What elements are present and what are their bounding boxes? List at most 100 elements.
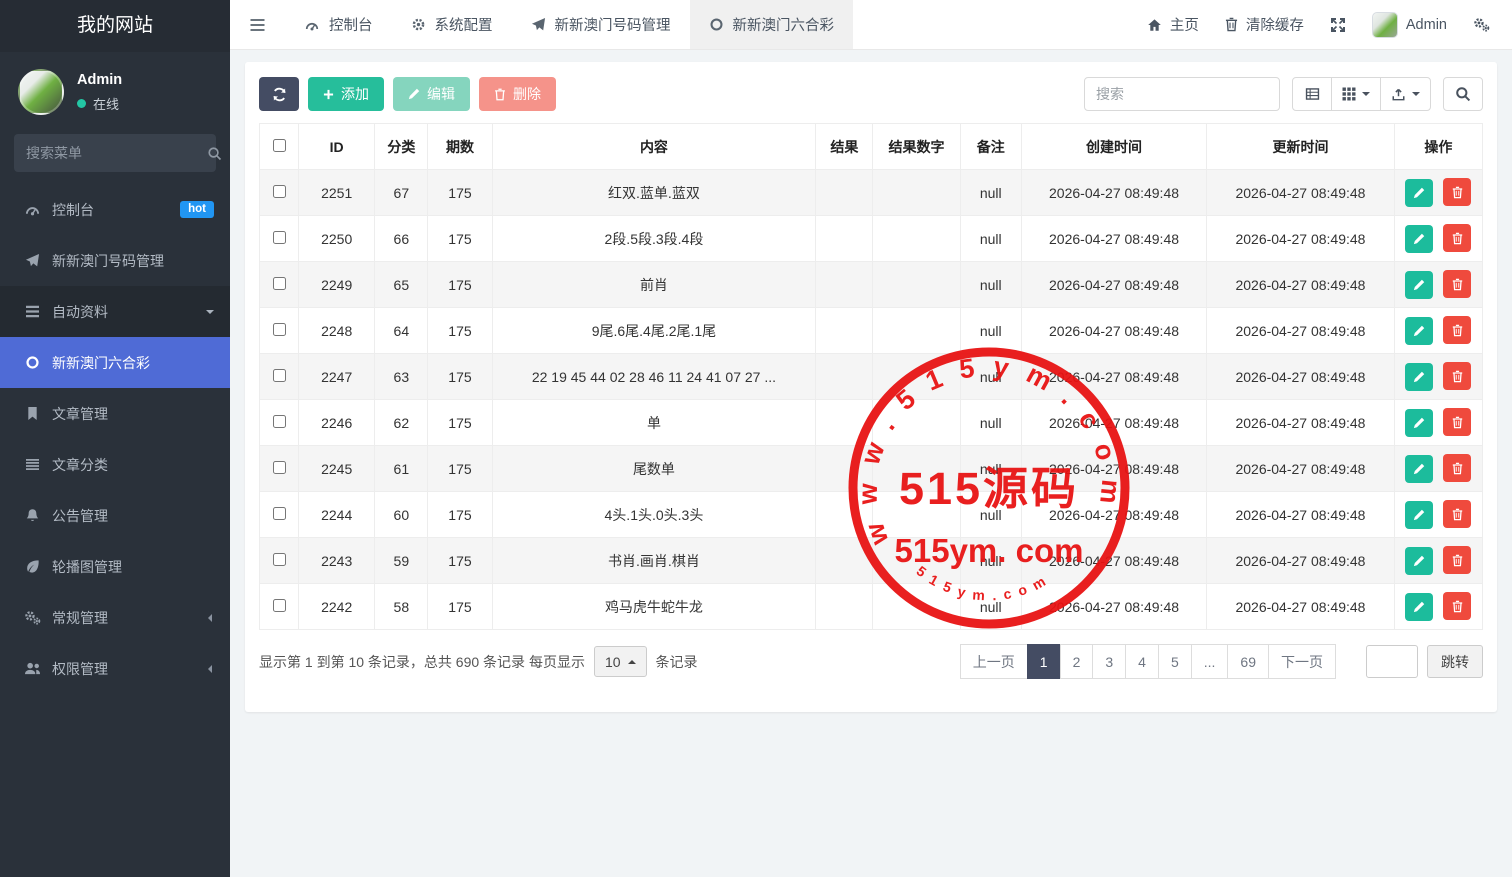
toggle-view-button[interactable]	[1292, 77, 1332, 111]
sidebar-item-dashboard[interactable]: 控制台 hot	[0, 184, 230, 235]
page-button[interactable]: 1	[1027, 644, 1061, 679]
sidebar-item-carousel[interactable]: 轮播图管理	[0, 541, 230, 592]
cell-created: 2026-04-27 08:49:48	[1021, 400, 1206, 446]
cell-content: 9尾.6尾.4尾.2尾.1尾	[492, 308, 816, 354]
cell-content: 书肖.画肖.棋肖	[492, 538, 816, 584]
pencil-icon	[1413, 279, 1425, 291]
row-checkbox[interactable]	[273, 277, 286, 290]
page-button[interactable]: ...	[1191, 644, 1229, 679]
page-button[interactable]: 2	[1060, 644, 1094, 679]
grid-icon	[1342, 87, 1356, 101]
tab-dashboard[interactable]: 控制台	[285, 0, 392, 49]
cell-action	[1394, 584, 1482, 630]
row-delete-button[interactable]	[1443, 500, 1471, 528]
row-delete-button[interactable]	[1443, 224, 1471, 252]
sidebar-item-lottery[interactable]: 新新澳门六合彩	[0, 337, 230, 388]
sidebar-search-input[interactable]	[26, 145, 207, 161]
row-delete-button[interactable]	[1443, 316, 1471, 344]
cell-action	[1394, 446, 1482, 492]
page-size-dropdown[interactable]: 10	[594, 646, 647, 677]
header-content: 内容	[492, 124, 816, 170]
add-button[interactable]: 添加	[308, 77, 384, 111]
menu-toggle-button[interactable]	[230, 0, 285, 49]
row-checkbox[interactable]	[273, 599, 286, 612]
jump-page-input[interactable]	[1366, 645, 1418, 678]
row-delete-button[interactable]	[1443, 454, 1471, 482]
tab-macau-number[interactable]: 新新澳门号码管理	[512, 0, 690, 49]
row-checkbox[interactable]	[273, 415, 286, 428]
cell-result	[816, 584, 873, 630]
row-checkbox[interactable]	[273, 553, 286, 566]
topbar-user-name: Admin	[1406, 17, 1447, 33]
row-delete-button[interactable]	[1443, 546, 1471, 574]
home-link[interactable]: 主页	[1147, 14, 1199, 35]
page-button[interactable]: 上一页	[960, 644, 1028, 679]
row-delete-button[interactable]	[1443, 362, 1471, 390]
delete-button[interactable]: 删除	[479, 77, 556, 111]
tab-system-config[interactable]: 系统配置	[392, 0, 512, 49]
avatar	[1372, 12, 1398, 38]
export-button[interactable]	[1380, 77, 1431, 111]
row-checkbox[interactable]	[273, 231, 286, 244]
page-button[interactable]: 4	[1125, 644, 1159, 679]
row-edit-button[interactable]	[1405, 409, 1433, 437]
sidebar-item-article-categories[interactable]: 文章分类	[0, 439, 230, 490]
user-dropdown[interactable]: Admin	[1372, 12, 1447, 38]
row-delete-button[interactable]	[1443, 270, 1471, 298]
row-delete-button[interactable]	[1443, 178, 1471, 206]
row-edit-button[interactable]	[1405, 547, 1433, 575]
page-button[interactable]: 69	[1227, 644, 1269, 679]
page-button[interactable]: 下一页	[1268, 644, 1336, 679]
table-search-input[interactable]	[1084, 77, 1280, 111]
tab-lottery[interactable]: 新新澳门六合彩	[690, 0, 854, 49]
sidebar-item-general-settings[interactable]: 常规管理	[0, 592, 230, 643]
row-delete-button[interactable]	[1443, 592, 1471, 620]
view-options-group	[1292, 77, 1431, 111]
cell-id: 2244	[299, 492, 375, 538]
jump-button[interactable]: 跳转	[1427, 645, 1483, 678]
row-edit-button[interactable]	[1405, 455, 1433, 483]
edit-button[interactable]: 编辑	[393, 77, 470, 111]
row-edit-button[interactable]	[1405, 501, 1433, 529]
row-edit-button[interactable]	[1405, 225, 1433, 253]
sidebar-item-autodata[interactable]: 自动资料	[0, 286, 230, 337]
sidebar-item-permissions[interactable]: 权限管理	[0, 643, 230, 694]
table-row: 2250 66 175 2段.5段.3段.4段 null 2026-04-27 …	[260, 216, 1483, 262]
row-delete-button[interactable]	[1443, 408, 1471, 436]
cell-checkbox	[260, 216, 299, 262]
sidebar-item-announcements[interactable]: 公告管理	[0, 490, 230, 541]
clear-cache-link[interactable]: 清除缓存	[1225, 14, 1304, 35]
sidebar-item-macau-number[interactable]: 新新澳门号码管理	[0, 235, 230, 286]
row-edit-button[interactable]	[1405, 363, 1433, 391]
row-edit-button[interactable]	[1405, 179, 1433, 207]
sidebar-item-label: 新新澳门号码管理	[52, 251, 164, 271]
row-checkbox[interactable]	[273, 507, 286, 520]
cell-checkbox	[260, 538, 299, 584]
columns-button[interactable]	[1331, 77, 1381, 111]
row-checkbox[interactable]	[273, 185, 286, 198]
cell-remark: null	[960, 170, 1021, 216]
cell-id: 2248	[299, 308, 375, 354]
sidebar-item-articles[interactable]: 文章管理	[0, 388, 230, 439]
cell-period: 175	[428, 400, 492, 446]
search-toggle-button[interactable]	[1443, 77, 1483, 111]
cogs-icon	[23, 610, 41, 625]
row-checkbox[interactable]	[273, 323, 286, 336]
clear-cache-label: 清除缓存	[1246, 14, 1304, 35]
page-button[interactable]: 3	[1092, 644, 1126, 679]
cell-content: 4头.1头.0头.3头	[492, 492, 816, 538]
gear-icon	[411, 17, 426, 32]
settings-button[interactable]	[1473, 17, 1490, 32]
sidebar-search	[14, 134, 216, 172]
row-edit-button[interactable]	[1405, 593, 1433, 621]
fullscreen-button[interactable]	[1330, 17, 1346, 33]
row-checkbox[interactable]	[273, 461, 286, 474]
row-checkbox[interactable]	[273, 369, 286, 382]
summary-suffix: 条记录	[656, 652, 698, 672]
cell-content: 2段.5段.3段.4段	[492, 216, 816, 262]
select-all-checkbox[interactable]	[273, 139, 286, 152]
row-edit-button[interactable]	[1405, 271, 1433, 299]
page-button[interactable]: 5	[1158, 644, 1192, 679]
row-edit-button[interactable]	[1405, 317, 1433, 345]
refresh-button[interactable]	[259, 77, 299, 111]
